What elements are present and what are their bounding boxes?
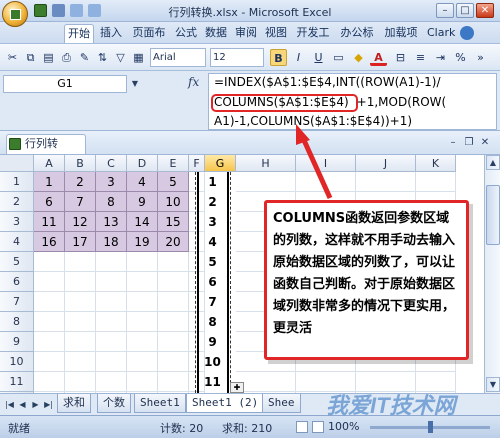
page-layout-view-icon[interactable] <box>312 421 324 433</box>
vertical-scrollbar[interactable]: ▲ ▼ <box>484 155 500 393</box>
sheet-tab-4[interactable]: Sheet1 (2) <box>186 394 265 413</box>
scroll-thumb[interactable] <box>486 185 500 245</box>
callout-arrow-line <box>300 136 333 200</box>
scroll-down-icon[interactable]: ▼ <box>486 377 500 392</box>
sheet-tab-1[interactable]: 求和 <box>57 394 91 413</box>
annotation-callout: COLUMNS函数返回参数区域的列数，这样就不用手动去输入原始数据区域的列数了，… <box>264 200 469 360</box>
callout-arrow-head <box>296 124 310 145</box>
normal-view-icon[interactable] <box>296 421 308 433</box>
status-sum: 求和: 210 <box>222 422 273 435</box>
office-button[interactable] <box>2 1 28 27</box>
first-sheet-icon[interactable]: |◀ <box>4 399 15 411</box>
zoom-level[interactable]: 100% <box>328 420 359 433</box>
status-ready: 就绪 <box>8 422 30 435</box>
status-count: 计数: 20 <box>160 422 204 435</box>
prev-sheet-icon[interactable]: ◀ <box>17 399 28 411</box>
sheet-tab-2[interactable]: 个数 <box>97 394 131 413</box>
zoom-slider-thumb[interactable] <box>428 421 433 433</box>
sheet-tab-3[interactable]: Sheet1 <box>134 394 186 413</box>
sheet-tab-5[interactable]: Shee <box>262 394 301 413</box>
watermark-text: 我爱IT技术网 <box>326 393 456 418</box>
scroll-up-icon[interactable]: ▲ <box>486 155 500 170</box>
last-sheet-icon[interactable]: ▶| <box>43 399 54 411</box>
next-sheet-icon[interactable]: ▶ <box>30 399 41 411</box>
callout-text: COLUMNS函数返回参数区域的列数，这样就不用手动去输入原始数据区域的列数了，… <box>273 211 456 336</box>
